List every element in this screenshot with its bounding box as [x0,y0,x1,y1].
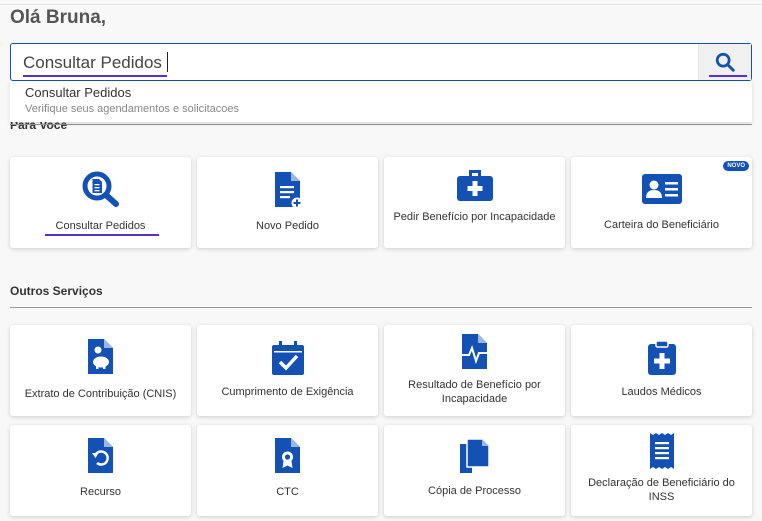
medical-kit-icon [456,170,493,201]
card-ctc[interactable]: CTC [197,425,378,516]
card-declaracao-beneficiario-inss[interactable]: Declaração de Beneficiário do INSS [571,425,752,516]
card-label: Recurso [80,486,121,498]
receipt-icon [649,433,674,469]
card-label: Carteira do Beneficiário [604,219,719,231]
greeting: Olá Bruna, [10,7,107,28]
search-button[interactable] [698,44,751,80]
section-divider [10,124,752,125]
piggy-bank-document-icon [87,339,113,374]
card-pedir-beneficio-incapacidade[interactable]: Pedir Benefício por Incapacidade [384,157,565,248]
document-add-icon [274,172,302,209]
search-bar [10,43,752,81]
suggestion-title: Consultar Pedidos [25,85,132,100]
medical-clipboard-icon [647,340,676,375]
card-laudos-medicos[interactable]: Laudos Médicos [571,325,752,416]
card-label: Pedir Benefício por Incapacidade [393,211,556,223]
card-resultado-beneficio-incapacidade[interactable]: Resultado de Benefício por Incapacidade [384,325,565,416]
card-recurso[interactable]: Recurso [10,425,191,516]
card-label: Novo Pedido [256,220,319,232]
card-label: CTC [276,486,299,498]
undo-document-icon [87,438,113,473]
top-divider [0,4,762,5]
search-icon [715,52,735,72]
search-button-highlight [709,75,747,77]
card-label: Extrato de Contribuição (CNIS) [24,388,177,400]
section-title-outros-servicos: Outros Serviços [10,284,103,298]
copy-documents-icon [459,438,490,473]
calendar-check-icon [271,341,304,375]
card-copia-processo[interactable]: Cópia de Processo [384,425,565,516]
card-label: Laudos Médicos [621,386,702,398]
new-badge: NOVO [723,161,749,171]
card-cumprimento-exigencia[interactable]: Cumprimento de Exigência [197,325,378,416]
suggestion-subtitle: Verifique seus agendamentos e solicitaco… [25,103,240,115]
card-label: Cópia de Processo [428,485,521,497]
card-label: Resultado de Benefício por Incapacidade [408,379,541,405]
card-label: Declaração de Beneficiário do INSS [588,477,735,503]
heartbeat-document-icon [459,334,489,369]
magnifier-document-icon [82,171,119,207]
certificate-document-icon [274,438,300,473]
section-divider [10,307,752,308]
card-label-highlight [45,234,159,236]
card-label: Cumprimento de Exigência [221,386,354,398]
card-novo-pedido[interactable]: Novo Pedido [197,157,378,248]
card-extrato-cnis[interactable]: Extrato de Contribuição (CNIS) [10,325,191,416]
card-carteira-beneficiario[interactable]: NOVO Carteira do Beneficiário [571,157,752,248]
card-consultar-pedidos[interactable]: Consultar Pedidos [10,157,191,248]
id-card-icon [641,174,682,204]
search-text-highlight [23,75,167,77]
card-label: Consultar Pedidos [55,220,146,232]
search-suggestion[interactable]: Consultar Pedidos Verifique seus agendam… [10,81,752,122]
text-caret [167,52,168,72]
